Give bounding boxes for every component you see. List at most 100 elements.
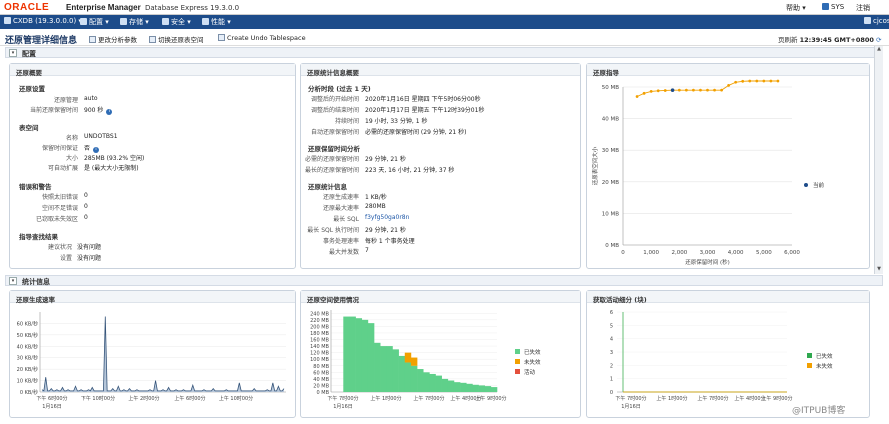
undo-management-value: auto (84, 95, 98, 102)
space-usage-bar (398, 355, 406, 392)
create-undo-tablespace-button[interactable]: Create Undo Tablespace (218, 34, 306, 42)
undo-summary-panel: 还原概要 还原设置 还原管理 auto 当前还原保留时间 900 秒i 表空间 … (9, 63, 296, 269)
auto-retention-label: 自动还原保留时间 (310, 129, 359, 136)
advisor-point (642, 91, 646, 95)
collapse-icon[interactable]: ▾ (9, 49, 17, 57)
vertical-scrollbar[interactable]: ▲ ▼ (874, 46, 883, 274)
undo-advisor-panel: 还原指导 0 MB 10 MB 20 MB 30 MB 40 MB 50 MB 0 1,000… (586, 63, 870, 269)
collapse-icon[interactable]: ▾ (9, 277, 17, 285)
active-breakdown-title: 获取活动细分 (块) (587, 291, 869, 304)
menu-storage[interactable]: 存储 ▾ (120, 17, 149, 27)
out-of-space-value: 0 (84, 203, 88, 210)
x-tick-label: 6,000 (784, 250, 800, 256)
x-tick-label: 上午 1时00分 (370, 395, 401, 402)
retention-guarantee-label: 保留时间保证 (41, 145, 78, 152)
menu-security[interactable]: 安全 ▾ (162, 17, 191, 27)
y-tick-label: 100 MB (310, 357, 329, 363)
menu-config[interactable]: 配置 ▾ (80, 17, 109, 27)
lock-icon (162, 18, 169, 25)
active-breakdown-chart[interactable]: 0123456下午 7时00分 上午 1时00分 上午 7时00分 上午 4时00分上… (587, 304, 869, 418)
wrench-icon (80, 18, 87, 25)
x-tick-label: 5,000 (756, 250, 772, 256)
y-tick-label: 10 MB (602, 211, 619, 217)
gen-rate-chart[interactable]: 0 KB/秒 10 KB/秒 20 KB/秒 30 KB/秒 40 KB/秒 50 KB/… (10, 304, 295, 418)
watermark: @ITPUB博客 (792, 406, 846, 416)
advisor-line (636, 80, 778, 97)
storage-icon (120, 18, 127, 25)
current-retention-label: 当前还原保留时间 (29, 107, 78, 114)
longest-sql-time-label: 最长 SQL 执行时间 (307, 227, 359, 234)
longest-sql-link[interactable]: f3yfg50ga0r8n (365, 214, 409, 221)
scroll-down-icon[interactable]: ▼ (875, 266, 883, 274)
space-usage-bar (404, 352, 412, 363)
autoextend-label: 可自动扩展 (47, 165, 78, 172)
x-tick-label: 上午 7时00分 (697, 395, 728, 402)
advisor-point (734, 80, 738, 84)
x-date-label: 1月16日 (42, 404, 62, 410)
advisor-point (713, 88, 716, 92)
ts-size-value: 285MB (93.2% 空闲) (84, 155, 145, 162)
space-usage-bar (447, 380, 455, 392)
help-link[interactable]: 帮助 ▾ (786, 3, 806, 13)
scroll-up-icon[interactable]: ▲ (875, 46, 883, 54)
advisor-point (762, 79, 766, 83)
x-tick-label: 上午 10时00分 (219, 395, 253, 402)
max-concurrency-label: 最大并发数 (328, 249, 359, 256)
space-usage-bar (410, 357, 418, 366)
legend-label: 已失效 (524, 348, 541, 356)
space-usage-bar (374, 342, 381, 392)
adjusted-start-value: 2020年1月16日 星期四 下午5时06分00秒 (365, 96, 481, 103)
adjusted-end-label: 调整后的结束时间 (310, 107, 359, 114)
advisor-point (741, 79, 745, 83)
x-tick-label: 下午 6时00分 (36, 395, 67, 402)
advisor-point (699, 88, 702, 92)
container-selector[interactable]: CXDB (19.3.0.0.0) ▾ (4, 17, 82, 25)
page-titlebar: 还原管理详细信息 更改分析参数 切换还原表空间 Create Undo Tabl… (0, 29, 889, 46)
x-tick-label: 上午 6时00分 (174, 395, 205, 402)
stats-section-header[interactable]: ▾ 统计信息 (5, 275, 883, 286)
txn-rate-label: 事务处理速率 (322, 238, 359, 245)
user-menu[interactable]: SYS (822, 3, 844, 11)
change-analysis-params-button[interactable]: 更改分析参数 (89, 34, 137, 44)
guidance-settings-label: 设置 (59, 255, 72, 262)
x-tick-label: 0 (621, 250, 625, 256)
y-tick-label: 180 MB (310, 331, 329, 337)
current-retention-value: 900 秒i (84, 105, 113, 115)
config-section-header[interactable]: ▾ 配置 (5, 47, 883, 58)
recommendation-status-value: 没有问题 (77, 244, 102, 251)
legend-current-label: 当前 (813, 181, 825, 189)
undo-advisor-chart[interactable]: 0 MB 10 MB 20 MB 30 MB 40 MB 50 MB 0 1,000 2,000… (587, 77, 869, 269)
advisor-point (635, 95, 639, 98)
gen-rate-title: 还原生成速率 (10, 291, 295, 304)
space-usage-chart[interactable]: 0 MB20 MB40 MB60 MB80 MB100 MB120 MB140 … (301, 304, 580, 418)
y-tick-label: 30 KB/秒 (17, 355, 38, 362)
advisor-point (727, 84, 731, 87)
y-tick-label: 140 MB (310, 344, 329, 350)
space-usage-bar (355, 318, 363, 392)
x-date-label: 1月16日 (333, 404, 353, 410)
y-tick-label: 20 KB/秒 (17, 366, 38, 373)
undo-statistics-heading: 还原统计信息 (308, 183, 347, 191)
space-usage-bar (490, 387, 498, 392)
legend-label: 未失效 (524, 358, 541, 366)
advisor-point (706, 88, 709, 92)
retention-guarantee-value: 否i (84, 143, 100, 153)
y-tick-label: 120 MB (310, 351, 329, 357)
logout-link[interactable]: 注销 (856, 3, 870, 13)
legend-label: 已失效 (816, 352, 833, 360)
server-icon (864, 17, 871, 24)
undo-summary-title: 还原概要 (10, 64, 295, 77)
refresh-icon[interactable]: ⟳ (876, 36, 881, 44)
y-tick-label: 0 (610, 390, 613, 396)
space-usage-bar (380, 346, 387, 392)
space-usage-bar (417, 369, 424, 392)
space-usage-bar (361, 319, 369, 392)
info-icon[interactable]: i (106, 109, 113, 115)
max-concurrency-value: 7 (365, 247, 369, 254)
space-usage-bar (392, 349, 399, 392)
y-tick-label: 30 MB (602, 148, 619, 154)
snapshot-too-old-label: 快照太旧错误 (41, 194, 78, 201)
menu-performance[interactable]: 性能 ▾ (202, 17, 231, 27)
switch-undo-tablespace-button[interactable]: 切换还原表空间 (149, 34, 204, 44)
required-retention-value: 29 分钟, 21 秒 (365, 156, 406, 163)
